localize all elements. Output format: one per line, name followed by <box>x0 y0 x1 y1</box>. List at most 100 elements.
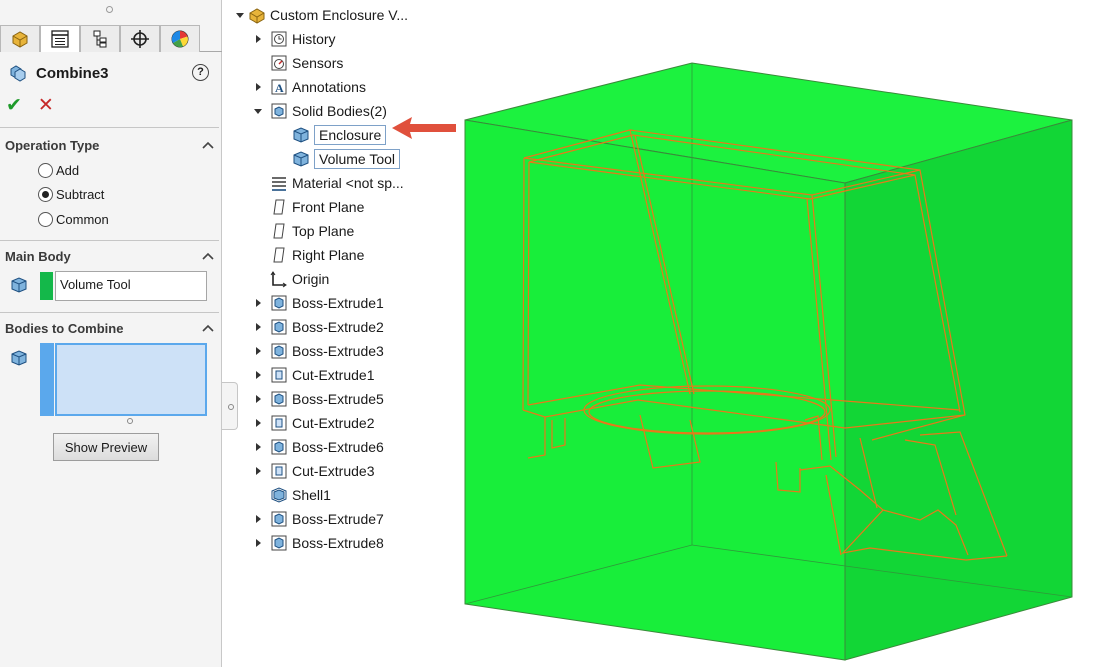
radio-common[interactable]: Common <box>38 209 109 229</box>
tree-item-boss-extrude1[interactable]: Boss-Extrude1 <box>256 292 384 314</box>
tree-item-boss-extrude3[interactable]: Boss-Extrude3 <box>256 340 384 362</box>
tree-toggle-collapsed-icon[interactable] <box>256 323 261 331</box>
tree-toggle-collapsed-icon[interactable] <box>256 515 261 523</box>
main-body-selection-field[interactable]: Volume Tool <box>55 271 207 301</box>
tree-item-annotations[interactable]: A Annotations <box>256 76 366 98</box>
help-icon[interactable]: ? <box>192 64 209 81</box>
tree-item-cut-extrude2[interactable]: Cut-Extrude2 <box>256 412 374 434</box>
chevron-up-icon[interactable] <box>201 140 215 150</box>
radio-button-common[interactable] <box>38 211 53 227</box>
tab-configuration-manager[interactable] <box>80 25 120 52</box>
plane-icon <box>273 223 285 239</box>
sensor-icon <box>271 55 287 71</box>
tab-dimxpert-manager[interactable] <box>120 25 160 52</box>
chevron-up-icon[interactable] <box>201 323 215 333</box>
radio-label-add: Add <box>56 162 80 178</box>
tree-toggle-collapsed-icon[interactable] <box>256 371 261 379</box>
configuration-manager-icon <box>93 30 107 48</box>
feature-tree: Custom Enclosure V... History Sensors A Anno… <box>230 0 470 560</box>
cut-extrude-icon <box>271 367 287 383</box>
section-divider <box>0 312 219 313</box>
tree-item-label: Boss-Extrude6 <box>292 439 384 455</box>
tree-item-boss-extrude5[interactable]: Boss-Extrude5 <box>256 388 384 410</box>
tree-item-right-plane[interactable]: Right Plane <box>270 244 364 266</box>
show-preview-button[interactable]: Show Preview <box>53 433 159 461</box>
tree-root-part[interactable]: Custom Enclosure V... <box>236 4 408 26</box>
bodies-to-combine-header[interactable]: Bodies to Combine <box>5 318 217 338</box>
tree-toggle-collapsed-icon[interactable] <box>256 83 261 91</box>
radio-button-add[interactable] <box>38 162 53 178</box>
combine-feature-icon <box>10 65 26 82</box>
volume-tool-body[interactable] <box>464 62 1073 661</box>
operation-type-header[interactable]: Operation Type <box>5 135 217 155</box>
tab-display-manager[interactable] <box>160 25 200 52</box>
panel-resize-grip[interactable] <box>106 6 113 13</box>
tree-item-origin[interactable]: Origin <box>270 268 329 290</box>
radio-subtract[interactable]: Subtract <box>38 184 104 204</box>
tree-item-boss-extrude2[interactable]: Boss-Extrude2 <box>256 316 384 338</box>
tree-toggle-expanded-icon[interactable] <box>254 109 262 114</box>
tree-item-boss-extrude8[interactable]: Boss-Extrude8 <box>256 532 384 554</box>
radio-button-subtract[interactable] <box>38 186 53 202</box>
tree-item-volume-tool[interactable]: Volume Tool <box>292 148 401 170</box>
tree-item-label: Volume Tool <box>314 149 401 169</box>
graphics-viewport[interactable] <box>440 50 1110 667</box>
tree-item-label: Boss-Extrude3 <box>292 343 384 359</box>
boss-extrude-icon <box>271 343 287 359</box>
ok-check-icon[interactable]: ✔ <box>6 94 22 117</box>
tree-item-label: Top Plane <box>292 223 355 239</box>
dimxpert-icon <box>131 30 149 48</box>
tab-feature-manager[interactable] <box>0 25 40 52</box>
cut-extrude-icon <box>271 415 287 431</box>
tab-property-manager[interactable] <box>40 25 80 52</box>
tree-item-boss-extrude7[interactable]: Boss-Extrude7 <box>256 508 384 530</box>
tree-item-history[interactable]: History <box>256 28 336 50</box>
tree-toggle-collapsed-icon[interactable] <box>256 467 261 475</box>
cancel-x-icon[interactable]: ✕ <box>38 94 54 117</box>
tree-toggle-collapsed-icon[interactable] <box>256 395 261 403</box>
tree-item-material-not-sp[interactable]: Material <not sp... <box>270 172 404 194</box>
bodies-to-combine-selection-box[interactable] <box>55 343 207 416</box>
tree-toggle-collapsed-icon[interactable] <box>256 443 261 451</box>
tree-item-sensors[interactable]: Sensors <box>270 52 343 74</box>
bodies-to-combine-title: Bodies to Combine <box>5 320 124 336</box>
feature-header: Combine3 ? <box>8 62 213 84</box>
list-resize-grip[interactable] <box>127 418 133 424</box>
tree-item-label: Enclosure <box>314 125 387 145</box>
chevron-up-icon[interactable] <box>201 251 215 261</box>
main-body-header[interactable]: Main Body <box>5 246 217 266</box>
tree-item-solid-bodies-2[interactable]: Solid Bodies(2) <box>254 100 387 122</box>
tree-toggle-collapsed-icon[interactable] <box>256 539 261 547</box>
tree-item-label: Boss-Extrude8 <box>292 535 384 551</box>
radio-add[interactable]: Add <box>38 160 79 180</box>
tree-item-label: Sensors <box>292 55 344 71</box>
tree-item-label: Cut-Extrude1 <box>292 367 375 383</box>
tree-toggle-expanded-icon[interactable] <box>236 13 244 18</box>
tree-item-enclosure[interactable]: Enclosure <box>292 124 387 146</box>
tree-toggle-collapsed-icon[interactable] <box>256 299 261 307</box>
manager-tab-bar <box>0 25 222 52</box>
solid-body-icon <box>11 277 27 293</box>
solid-body-icon <box>11 350 27 366</box>
tree-item-shell1[interactable]: Shell1 <box>270 484 331 506</box>
boss-extrude-icon <box>271 439 287 455</box>
solid-bodies-folder-icon <box>271 103 287 119</box>
bodies-to-combine-color-swatch <box>40 343 54 416</box>
tree-item-top-plane[interactable]: Top Plane <box>270 220 354 242</box>
tree-item-cut-extrude1[interactable]: Cut-Extrude1 <box>256 364 375 386</box>
tree-toggle-collapsed-icon[interactable] <box>256 347 261 355</box>
callout-arrow-icon <box>392 117 456 139</box>
section-divider <box>0 240 219 241</box>
model-view[interactable] <box>440 50 1110 667</box>
boss-extrude-icon <box>271 535 287 551</box>
tree-item-cut-extrude3[interactable]: Cut-Extrude3 <box>256 460 374 482</box>
history-icon <box>271 31 287 47</box>
tree-toggle-collapsed-icon[interactable] <box>256 35 261 43</box>
plane-icon <box>273 247 285 263</box>
tree-toggle-collapsed-icon[interactable] <box>256 419 261 427</box>
main-body-title: Main Body <box>5 248 71 264</box>
feature-manager-icon <box>12 31 28 48</box>
tree-item-label: Origin <box>292 271 330 287</box>
tree-item-boss-extrude6[interactable]: Boss-Extrude6 <box>256 436 384 458</box>
tree-item-front-plane[interactable]: Front Plane <box>270 196 364 218</box>
